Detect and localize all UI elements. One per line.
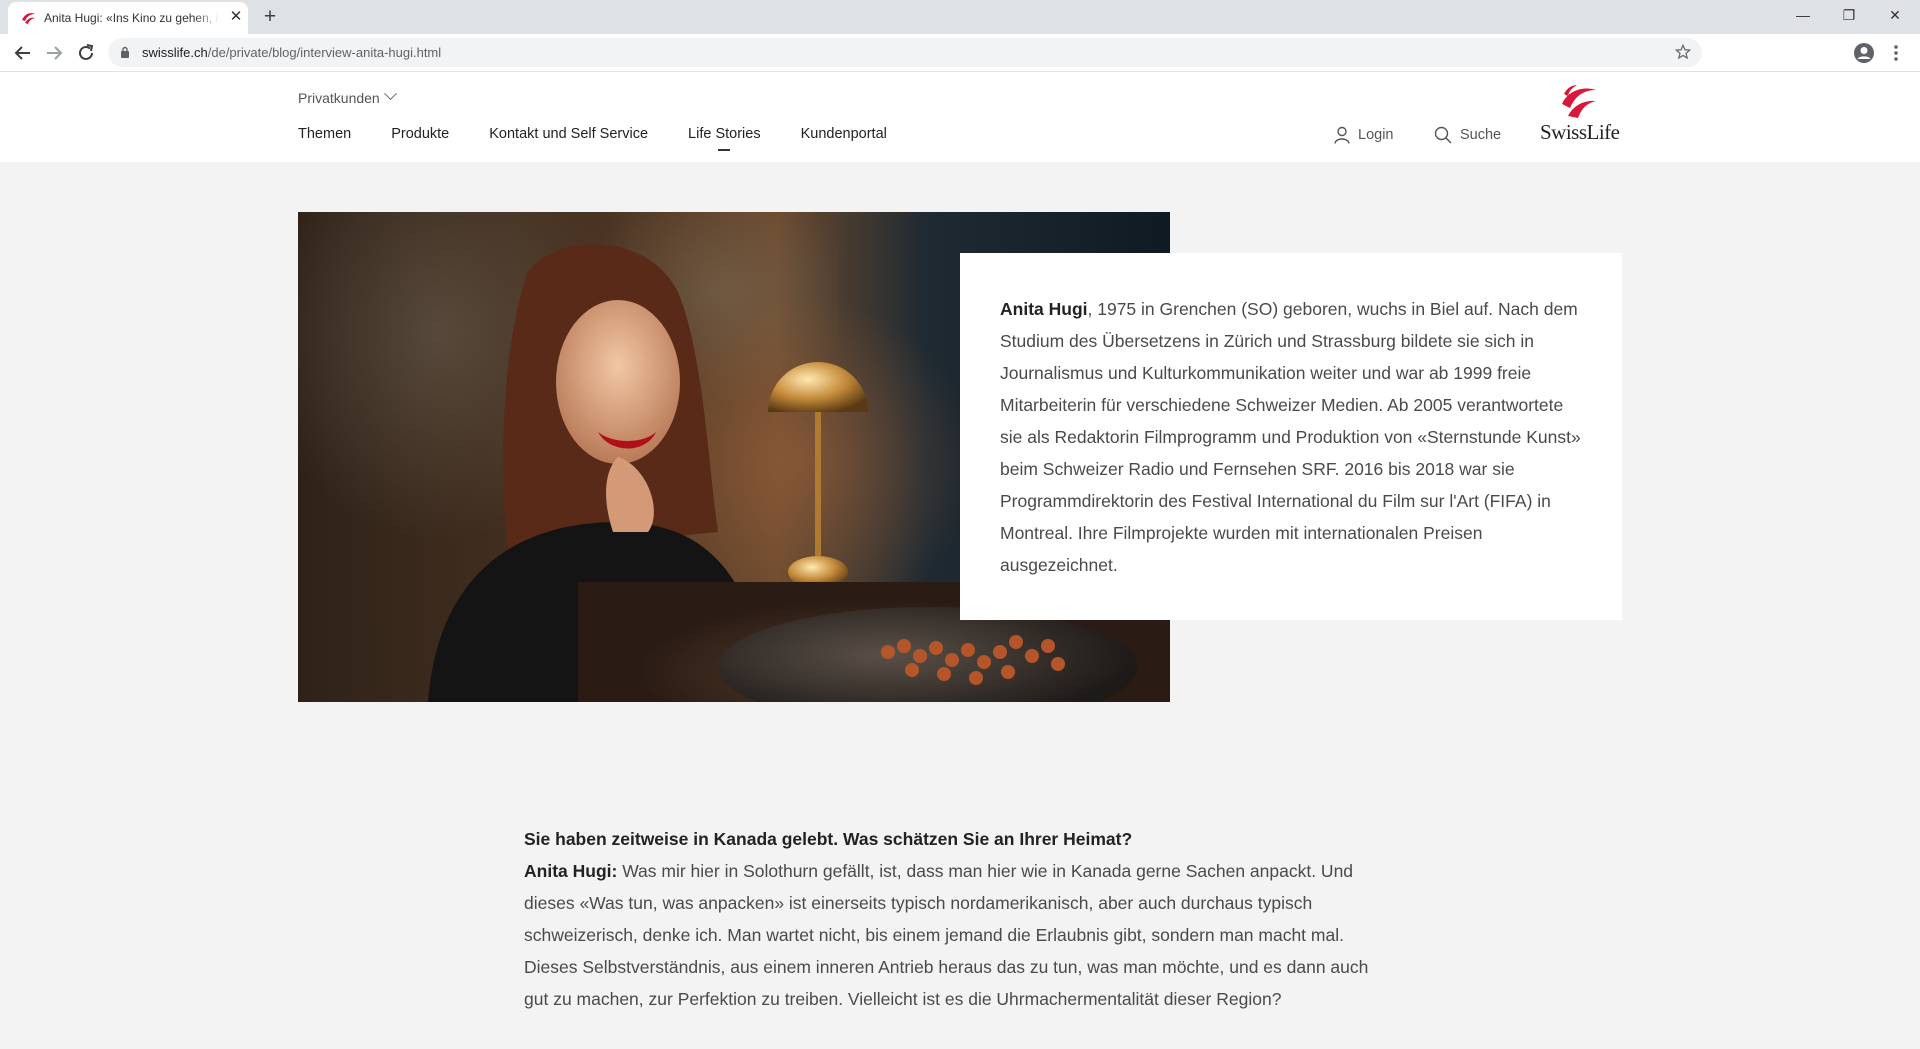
logo-wordmark: SwissLife [1540,120,1620,144]
nav-kontakt[interactable]: Kontakt und Self Service [489,126,648,142]
window-close-button[interactable]: ✕ [1872,0,1918,30]
close-icon[interactable]: ✕ [228,9,244,25]
bio-body: , 1975 in Grenchen (SO) geboren, wuchs i… [1000,299,1581,575]
url-host: swisslife.ch [142,45,208,60]
search-label: Suche [1460,127,1502,143]
nav-life-stories[interactable]: Life Stories [688,126,761,151]
swisslife-favicon [22,13,35,24]
nav-produkte[interactable]: Produkte [391,126,449,142]
login-label: Login [1358,127,1394,143]
forward-icon[interactable] [42,41,66,65]
url-path: /de/private/blog/interview-anita-hugi.ht… [207,45,442,60]
menu-icon[interactable] [1888,42,1904,64]
interview-answer: Anita Hugi: Was mir hier in Solothurn ge… [524,855,1394,1015]
site-header: Privatkunden Themen Produkte Kontakt und… [0,72,1920,162]
url-text: swisslife.ch/de/private/blog/interview-a… [142,45,441,60]
address-bar[interactable]: swisslife.ch/de/private/blog/interview-a… [108,38,1702,67]
interview-question: Sie haben zeitweise in Kanada gelebt. Wa… [524,829,1133,849]
browser-tab[interactable]: Anita Hugi: «Ins Kino zu gehen, ist ✕ [8,2,248,34]
user-icon [1334,126,1350,144]
restore-button[interactable]: ❐ [1826,0,1872,30]
main-navigation: Themen Produkte Kontakt und Self Service… [298,126,927,151]
interview-answer-text: Was mir hier in Solothurn gefällt, ist, … [524,861,1369,1009]
minimize-button[interactable]: — [1780,0,1826,30]
back-icon[interactable] [11,41,35,65]
browser-toolbar: swisslife.ch/de/private/blog/interview-a… [0,34,1920,72]
swisslife-logo[interactable]: SwissLife [1536,84,1620,148]
bio-text: Anita Hugi, 1975 in Grenchen (SO) gebore… [1000,293,1582,581]
interview-speaker: Anita Hugi: [524,861,618,881]
search-link[interactable]: Suche [1434,126,1501,144]
star-icon[interactable] [1674,43,1692,61]
bio-card: Anita Hugi, 1975 in Grenchen (SO) gebore… [960,253,1622,620]
segment-selector[interactable]: Privatkunden [298,87,397,106]
photo-berries [881,635,1065,685]
bio-name: Anita Hugi [1000,299,1088,319]
swisslife-logo-mark [1562,85,1596,118]
lock-icon [121,46,129,58]
reload-icon[interactable] [74,41,98,65]
plus-icon[interactable]: + [258,6,282,30]
interview-block: Sie haben zeitweise in Kanada gelebt. Wa… [524,823,1394,1015]
segment-label: Privatkunden [298,90,380,106]
nav-themen[interactable]: Themen [298,126,351,142]
nav-kundenportal[interactable]: Kundenportal [801,126,887,142]
login-link[interactable]: Login [1334,126,1393,144]
search-icon [1434,126,1452,144]
profile-icon[interactable] [1853,42,1875,64]
tab-title: Anita Hugi: «Ins Kino zu gehen, ist [44,11,220,25]
browser-tab-bar: Anita Hugi: «Ins Kino zu gehen, ist ✕ + … [0,0,1920,34]
chevron-down-icon [383,87,397,101]
